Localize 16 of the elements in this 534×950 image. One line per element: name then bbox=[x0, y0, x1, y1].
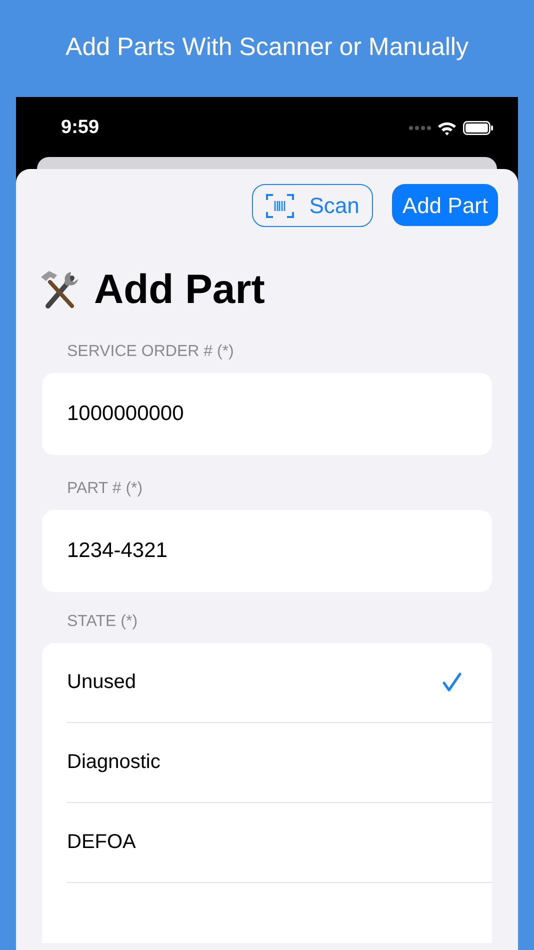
page-title: Add Part bbox=[94, 265, 265, 314]
headline: Add Parts With Scanner or Manually bbox=[66, 32, 468, 63]
state-option[interactable]: Diagnostic bbox=[67, 722, 492, 802]
state-option[interactable]: DEFOA bbox=[67, 802, 492, 882]
field-label: PART # (*) bbox=[66, 478, 144, 498]
barcode-scan-icon bbox=[266, 192, 294, 218]
text-field[interactable]: 1234-4321 bbox=[42, 510, 492, 592]
field-label: SERVICE ORDER # (*) bbox=[66, 342, 235, 362]
state-option[interactable]: Unused bbox=[67, 642, 492, 722]
status-time: 9:59 bbox=[61, 116, 100, 140]
signal-icon bbox=[409, 126, 431, 130]
text-field[interactable]: 1000000000 bbox=[42, 372, 492, 454]
field-label: STATE (*) bbox=[66, 612, 139, 632]
add-part-button[interactable]: Add Part bbox=[392, 184, 498, 226]
battery-icon bbox=[463, 121, 494, 135]
wifi-icon bbox=[437, 120, 457, 136]
